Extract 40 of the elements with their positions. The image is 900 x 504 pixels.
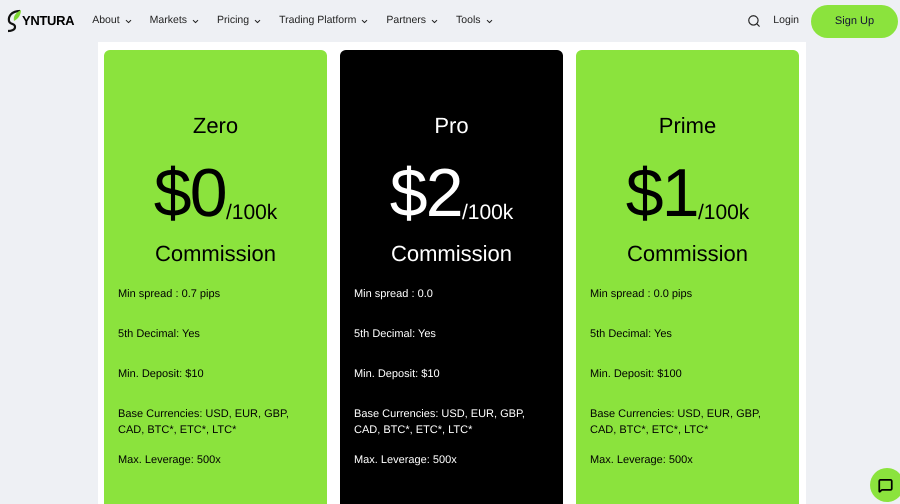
plan-feature: Max. Leverage: 500x <box>118 453 222 468</box>
commission-label: Commission <box>390 240 514 268</box>
login-link[interactable]: Login <box>773 13 799 29</box>
plan-name: Prime <box>658 112 718 140</box>
commission-label: Commission <box>626 240 750 268</box>
plan-feature: Base Currencies: USD, EUR, GBP, CAD, BTC*, ETC*, LTC* <box>590 407 762 438</box>
plan-price: $0 <box>154 158 226 228</box>
nav-menu-item[interactable]: Partners <box>386 13 440 29</box>
plan-feature: 5th Decimal: Yes <box>354 327 437 342</box>
plan-name: Zero <box>192 112 240 140</box>
nav-menu-item[interactable]: Trading Platform <box>279 13 370 29</box>
plan-feature: Min spread : 0.0 <box>354 287 434 302</box>
sign-up-button[interactable]: Sign Up <box>811 4 898 38</box>
plan-feature: Min spread : 0.0 pips <box>590 287 694 302</box>
search-icon[interactable] <box>747 14 762 28</box>
plan-feature: Max. Leverage: 500x <box>354 453 458 468</box>
plan-feature: Min. Deposit: $100 <box>590 367 683 382</box>
price-unit: /100k <box>226 200 278 226</box>
plan-feature: Base Currencies: USD, EUR, GBP, CAD, BTC*, ETC*, LTC* <box>118 407 290 438</box>
nav-menu-item[interactable]: About <box>92 13 133 29</box>
chat-button[interactable] <box>870 468 900 502</box>
plan-feature: Base Currencies: USD, EUR, GBP, CAD, BTC*, ETC*, LTC* <box>354 407 526 438</box>
plan-feature: 5th Decimal: Yes <box>118 327 201 342</box>
logo-text: YNTURA <box>22 12 74 30</box>
price-unit: /100k <box>462 200 514 226</box>
plan-feature: Min. Deposit: $10 <box>354 367 441 382</box>
plan-feature: Max. Leverage: 500x <box>590 453 694 468</box>
chat-icon <box>878 478 892 492</box>
price-unit: /100k <box>698 200 750 226</box>
plan-feature: Min. Deposit: $10 <box>118 367 205 382</box>
nav-menu-item[interactable]: Tools <box>456 13 494 29</box>
plan-feature: 5th Decimal: Yes <box>590 327 673 342</box>
plan-price: $2 <box>390 158 462 228</box>
nav-menu-item[interactable]: Pricing <box>217 13 262 29</box>
nav-menu-item[interactable]: Markets <box>150 13 200 29</box>
plan-feature: Min spread : 0.7 pips <box>118 287 222 302</box>
plan-name: Pro <box>433 112 470 140</box>
plan-price: $1 <box>626 158 698 228</box>
leaf-logo-icon <box>6 9 22 33</box>
commission-label: Commission <box>154 240 278 268</box>
